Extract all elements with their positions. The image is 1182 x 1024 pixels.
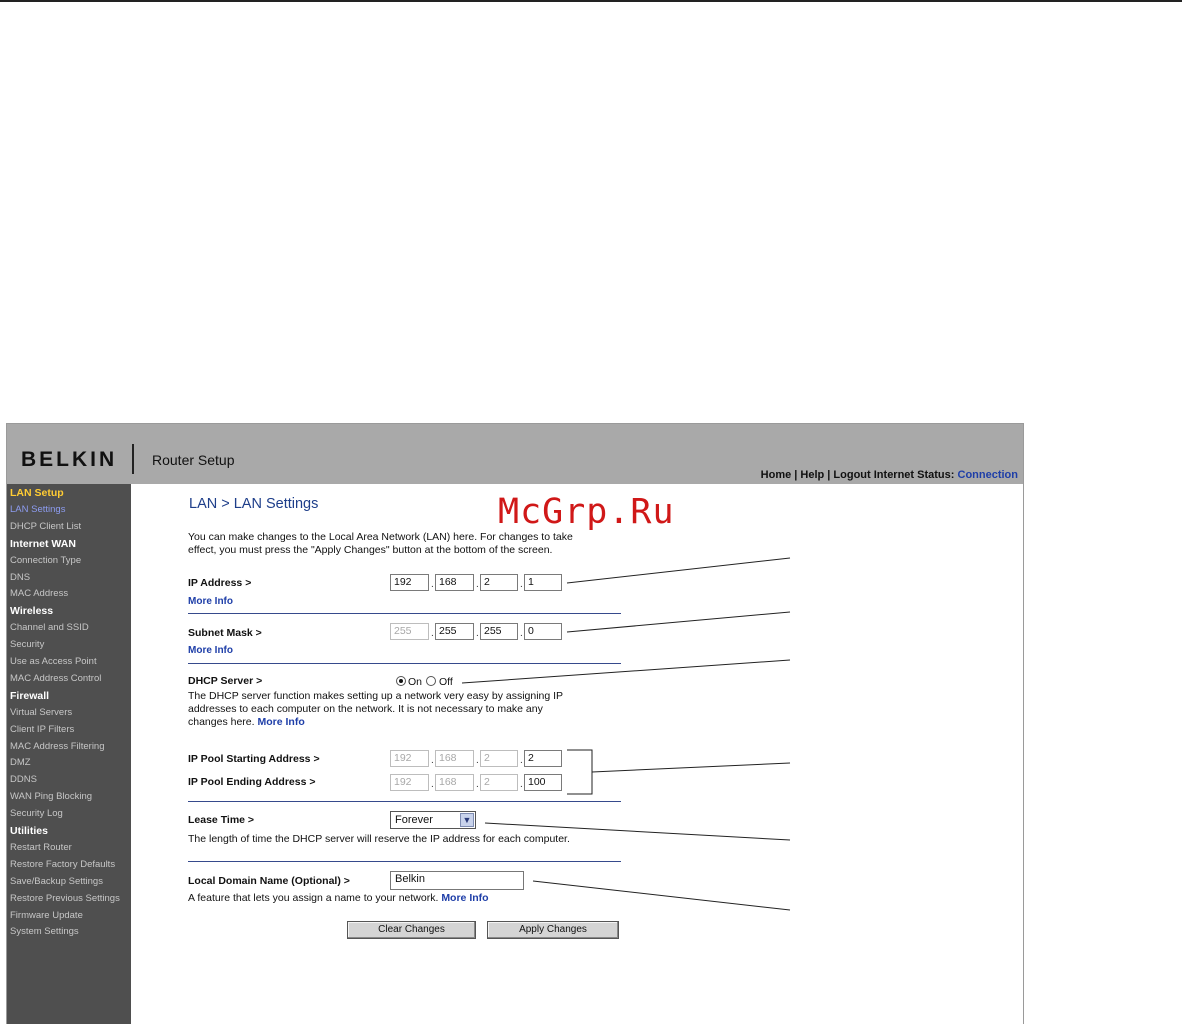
callout-line — [461, 659, 791, 684]
callout-line — [566, 557, 791, 584]
callout-line — [566, 611, 791, 633]
callout-bracket — [567, 749, 593, 795]
callout-line — [484, 822, 791, 841]
watermark: McGrp.Ru — [498, 492, 675, 532]
callout-line — [532, 880, 791, 911]
callout-line — [591, 762, 791, 773]
